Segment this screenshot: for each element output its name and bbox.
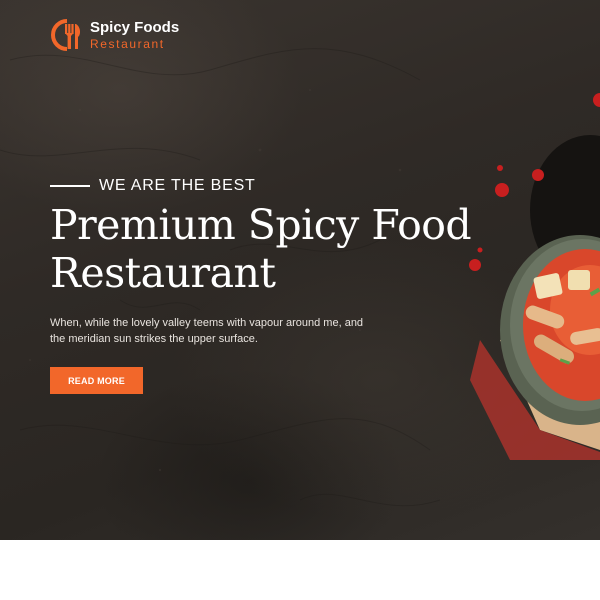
tagline-divider bbox=[50, 185, 90, 187]
brand-title: Spicy Foods bbox=[90, 19, 180, 36]
fork-knife-plate-icon bbox=[51, 19, 81, 51]
brand-subtitle: Restaurant bbox=[90, 37, 165, 51]
description-line-2: the meridian sun strikes the upper surfa… bbox=[50, 333, 258, 345]
headline-line-1: Premium Spicy Food bbox=[50, 201, 472, 249]
description-line-1: When, while the lovely valley teems with… bbox=[50, 317, 364, 329]
read-more-button[interactable]: READ MORE bbox=[50, 367, 143, 394]
tagline: WE ARE THE BEST bbox=[50, 177, 256, 195]
hero-headline: Premium Spicy Food Restaurant bbox=[50, 201, 472, 297]
headline-line-2: Restaurant bbox=[50, 249, 276, 297]
spicy-stew-bowl-image bbox=[469, 93, 600, 460]
tagline-text: WE ARE THE BEST bbox=[99, 177, 256, 194]
brand-logo[interactable]: Spicy Foods Restaurant bbox=[50, 18, 179, 52]
hero-section: Spicy Foods Restaurant WE ARE THE BEST P… bbox=[0, 0, 600, 540]
hero-description: When, while the lovely valley teems with… bbox=[50, 315, 380, 347]
